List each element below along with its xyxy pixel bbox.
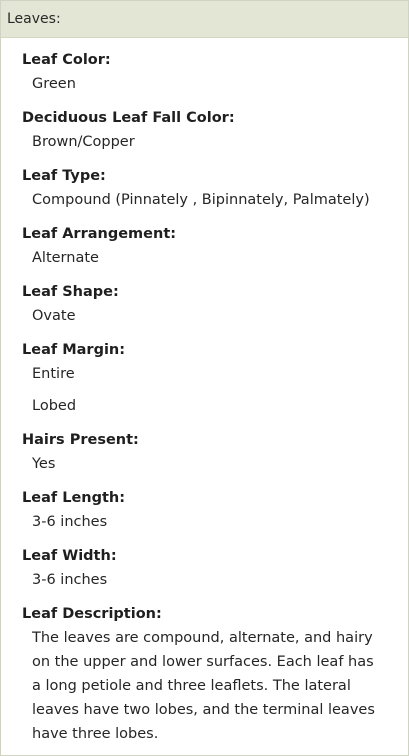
- field-leaf-margin: Leaf Margin: Entire Lobed: [22, 341, 408, 418]
- leaf-margin-value: Entire: [32, 366, 75, 382]
- field-leaf-color: Leaf Color: Green: [22, 51, 408, 96]
- leaf-width-value: 3-6 inches: [32, 572, 108, 588]
- panel-header: Leaves:: [1, 1, 408, 38]
- field-leaf-shape: Leaf Shape: Ovate: [22, 283, 408, 328]
- hairs-present-value: Yes: [32, 456, 56, 472]
- fall-color-label: Deciduous Leaf Fall Color:: [22, 110, 235, 126]
- leaf-margin-value: Lobed: [32, 398, 77, 414]
- leaf-type-value: Compound (Pinnately , Bipinnately, Palma…: [32, 192, 370, 208]
- field-leaf-description: Leaf Description: The leaves are compoun…: [22, 605, 408, 746]
- field-fall-color: Deciduous Leaf Fall Color: Brown/Copper: [22, 109, 408, 154]
- leaf-type-label: Leaf Type:: [22, 168, 106, 184]
- leaves-panel: Leaves: Leaf Color: Green Deciduous Leaf…: [0, 0, 409, 756]
- leaf-arrangement-label: Leaf Arrangement:: [22, 226, 177, 242]
- fall-color-value: Brown/Copper: [32, 134, 135, 150]
- field-leaf-width: Leaf Width: 3-6 inches: [22, 547, 408, 592]
- leaf-width-label: Leaf Width:: [22, 548, 117, 564]
- leaf-fields: Leaf Color: Green Deciduous Leaf Fall Co…: [1, 38, 408, 746]
- field-leaf-type: Leaf Type: Compound (Pinnately , Bipinna…: [22, 167, 408, 212]
- leaf-length-value: 3-6 inches: [32, 514, 108, 530]
- leaf-shape-label: Leaf Shape:: [22, 284, 119, 300]
- leaf-description-label: Leaf Description:: [22, 606, 162, 622]
- field-leaf-arrangement: Leaf Arrangement: Alternate: [22, 225, 408, 270]
- leaf-color-label: Leaf Color:: [22, 52, 111, 68]
- leaf-length-label: Leaf Length:: [22, 490, 126, 506]
- leaf-arrangement-value: Alternate: [32, 250, 99, 266]
- leaf-color-value: Green: [32, 76, 76, 92]
- leaf-shape-value: Ovate: [32, 308, 76, 324]
- field-leaf-length: Leaf Length: 3-6 inches: [22, 489, 408, 534]
- hairs-present-label: Hairs Present:: [22, 432, 139, 448]
- leaf-description-text: The leaves are compound, alternate, and …: [32, 630, 375, 742]
- leaf-margin-label: Leaf Margin:: [22, 342, 126, 358]
- field-hairs-present: Hairs Present: Yes: [22, 431, 408, 476]
- panel-title: Leaves:: [7, 11, 61, 27]
